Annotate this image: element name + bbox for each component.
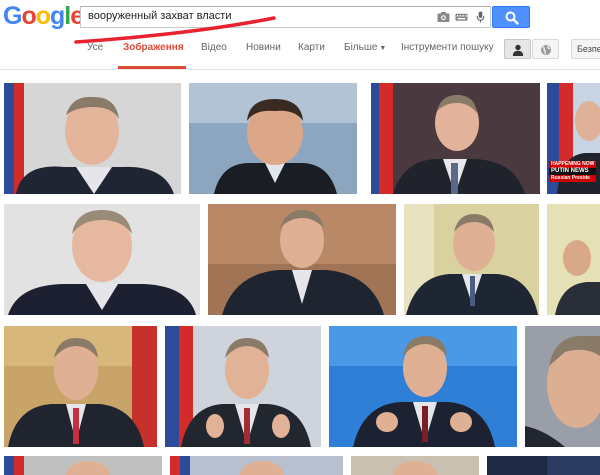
image-result[interactable]: HAPPENING NOW PUTIN NEWS Russian Preside <box>547 83 600 194</box>
image-result[interactable] <box>170 456 343 475</box>
image-result[interactable] <box>351 456 479 475</box>
google-logo[interactable]: Google <box>3 1 84 31</box>
result-thumbnail <box>4 204 200 315</box>
image-result[interactable] <box>4 456 162 475</box>
tab-maps[interactable]: Карти <box>298 42 325 53</box>
tab-search-tools[interactable]: Інструменти пошуку <box>401 42 494 53</box>
global-results-button[interactable] <box>532 39 559 59</box>
search-button[interactable] <box>492 6 530 28</box>
image-result[interactable] <box>208 204 396 315</box>
image-result[interactable] <box>189 83 357 194</box>
search-icon <box>505 11 519 25</box>
chevron-down-icon: ▼ <box>379 45 387 52</box>
personal-results-button[interactable] <box>504 39 531 59</box>
globe-icon <box>541 45 551 55</box>
result-thumbnail <box>329 326 517 447</box>
tab-video[interactable]: Відео <box>201 42 227 53</box>
image-result[interactable] <box>525 326 600 447</box>
image-result[interactable] <box>547 204 600 315</box>
microphone-icon[interactable] <box>474 11 487 23</box>
tab-all[interactable]: Усе <box>87 42 103 53</box>
header: Google вооруженный захват власти Усе Зоб… <box>0 0 600 70</box>
result-thumbnail <box>547 204 600 315</box>
result-thumbnail <box>189 83 357 194</box>
result-thumbnail <box>208 204 396 315</box>
tab-images[interactable]: Зображення <box>123 42 184 53</box>
result-thumbnail <box>365 83 540 194</box>
tab-more[interactable]: Більше ▼ <box>344 42 386 53</box>
result-thumbnail <box>404 204 539 315</box>
camera-icon[interactable] <box>437 11 450 23</box>
result-thumbnail <box>525 326 600 447</box>
google-image-search-page: Google вооруженный захват власти Усе Зоб… <box>0 0 600 475</box>
result-thumbnail <box>4 83 181 194</box>
person-icon <box>512 44 524 56</box>
active-tab-indicator <box>118 66 186 69</box>
tab-news[interactable]: Новини <box>246 42 281 53</box>
safe-search-button[interactable]: Безпе <box>571 39 600 59</box>
image-result[interactable] <box>165 326 321 447</box>
result-thumbnail <box>4 456 162 475</box>
news-ticker-badge: HAPPENING NOW PUTIN NEWS Russian Preside <box>549 161 597 182</box>
image-result[interactable] <box>404 204 539 315</box>
image-result[interactable] <box>4 204 200 315</box>
image-result[interactable] <box>4 83 181 194</box>
image-result[interactable] <box>329 326 517 447</box>
result-thumbnail <box>4 326 157 447</box>
result-thumbnail <box>165 326 321 447</box>
result-thumbnail <box>351 456 479 475</box>
image-result[interactable] <box>365 83 540 194</box>
result-thumbnail <box>170 456 343 475</box>
keyboard-icon[interactable] <box>455 11 468 23</box>
image-result[interactable] <box>4 326 157 447</box>
image-result[interactable] <box>487 456 600 475</box>
result-thumbnail <box>487 456 600 475</box>
